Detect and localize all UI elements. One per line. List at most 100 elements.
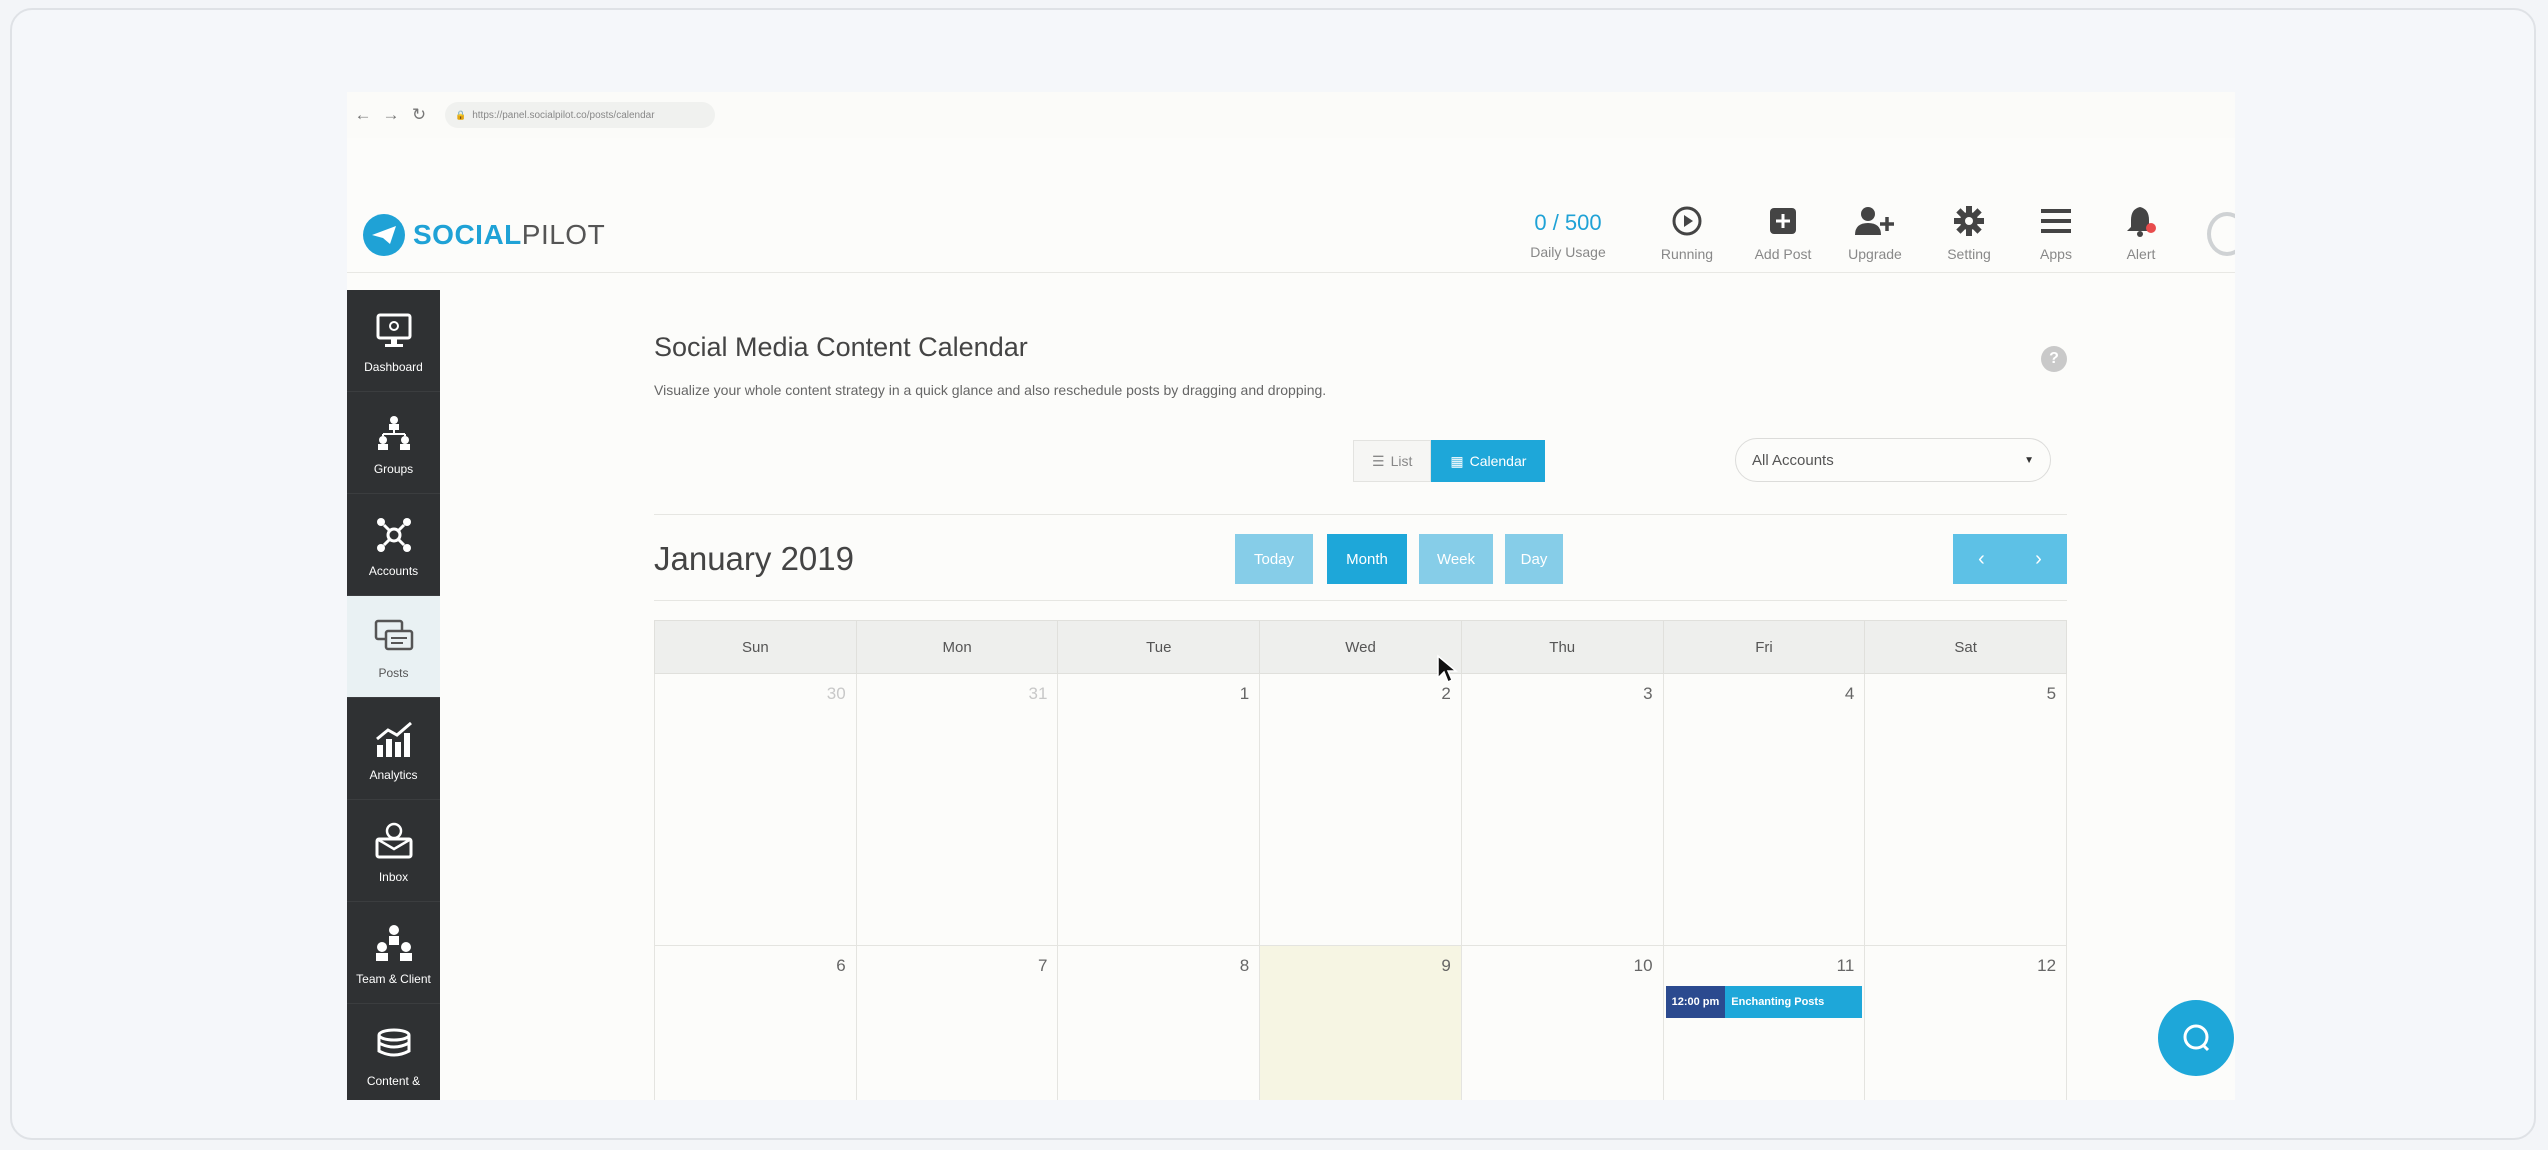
event-title: Enchanting Posts bbox=[1725, 986, 1863, 1018]
usage-label: Daily Usage bbox=[1530, 244, 1606, 260]
day-number: 1 bbox=[1239, 684, 1250, 703]
calendar-day-cell[interactable]: 31 bbox=[856, 674, 1059, 946]
daily-usage: 0 / 500 Daily Usage bbox=[1513, 210, 1623, 260]
weekday-header: Mon bbox=[857, 621, 1059, 673]
calendar-event[interactable]: 12:00 pm Enchanting Posts bbox=[1665, 986, 1863, 1018]
mouse-cursor-icon bbox=[1436, 654, 1459, 689]
logo-plane-icon bbox=[363, 214, 405, 256]
calendar-day-cell-today[interactable]: 9 bbox=[1260, 946, 1462, 1100]
address-bar[interactable]: 🔒 https://panel.socialpilot.co/posts/cal… bbox=[445, 102, 715, 128]
view-toggle: ☰ List ▦ Calendar bbox=[1353, 440, 1546, 482]
event-time: 12:00 pm bbox=[1665, 986, 1726, 1018]
day-number: 6 bbox=[836, 956, 846, 975]
calendar-grid: Sun Mon Tue Wed Thu Fri Sat 30 31 1 2 3 … bbox=[654, 620, 2068, 1100]
sidebar-item-groups[interactable]: Groups bbox=[347, 392, 440, 494]
inbox-icon bbox=[373, 818, 415, 864]
day-number: 11 bbox=[1836, 956, 1855, 975]
alert-button[interactable]: Alert bbox=[2101, 202, 2181, 262]
calendar-day-cell[interactable]: 8 bbox=[1058, 946, 1261, 1100]
sidebar-item-posts[interactable]: Posts bbox=[347, 596, 440, 698]
day-number: 4 bbox=[1844, 684, 1855, 703]
outer-card: ← → ↻ 🔒 https://panel.socialpilot.co/pos… bbox=[10, 8, 2536, 1140]
list-icon: ☰ bbox=[1372, 452, 1385, 469]
reload-icon[interactable]: ↻ bbox=[405, 105, 433, 125]
calendar-day-cell[interactable]: 12 bbox=[1865, 946, 2068, 1100]
weekday-header: Tue bbox=[1058, 621, 1261, 673]
screenshot-frame: ← → ↻ 🔒 https://panel.socialpilot.co/pos… bbox=[347, 92, 2235, 1100]
calendar-icon: ▦ bbox=[1450, 452, 1464, 469]
weekday-header-row: Sun Mon Tue Wed Thu Fri Sat bbox=[654, 620, 2067, 674]
weekday-header: Sun bbox=[655, 621, 857, 673]
groups-icon bbox=[374, 410, 414, 456]
weekday-header: Thu bbox=[1462, 621, 1664, 673]
calendar-day-cell[interactable]: 6 bbox=[654, 946, 857, 1100]
gear-icon bbox=[1929, 202, 2009, 240]
caret-down-icon: ▼ bbox=[2024, 454, 2034, 466]
calendar-day-cell[interactable]: 4 bbox=[1663, 674, 1866, 946]
prev-chevron-icon[interactable]: ‹ bbox=[1978, 548, 1985, 571]
chat-icon bbox=[2183, 1024, 2210, 1052]
accounts-select[interactable]: All Accounts ▼ bbox=[1735, 438, 2051, 482]
calendar-day-cell[interactable]: 10 bbox=[1462, 946, 1664, 1100]
sidebar-item-dashboard[interactable]: Dashboard bbox=[347, 290, 440, 392]
add-post-button[interactable]: Add Post bbox=[1743, 202, 1823, 262]
page-title: Social Media Content Calendar bbox=[654, 332, 1028, 362]
day-number: 7 bbox=[1037, 956, 1048, 975]
day-number: 9 bbox=[1441, 956, 1451, 975]
accounts-select-value: All Accounts bbox=[1752, 451, 1834, 469]
today-button[interactable]: Today bbox=[1235, 534, 1313, 584]
calendar-day-cell[interactable]: 11 12:00 pm Enchanting Posts bbox=[1664, 946, 1866, 1100]
menu-icon bbox=[2016, 202, 2096, 240]
month-button[interactable]: Month bbox=[1327, 534, 1407, 584]
calendar-week-row: 30 31 1 2 3 4 5 bbox=[654, 674, 2068, 946]
upgrade-button[interactable]: Upgrade bbox=[1835, 202, 1915, 262]
play-circle-icon bbox=[1647, 202, 1727, 240]
sidebar-item-team-client[interactable]: Team & Client bbox=[347, 902, 440, 1004]
calendar-day-cell[interactable]: 2 bbox=[1260, 674, 1462, 946]
logo[interactable]: SOCIALPILOT bbox=[363, 214, 605, 256]
chat-button[interactable] bbox=[2158, 1000, 2234, 1076]
sidebar-item-accounts[interactable]: Accounts bbox=[347, 494, 440, 596]
usage-count: 0 / 500 bbox=[1534, 210, 1602, 235]
page-subtitle: Visualize your whole content strategy in… bbox=[654, 382, 1327, 398]
back-arrow-icon[interactable]: ← bbox=[349, 105, 377, 125]
browser-toolbar: ← → ↻ 🔒 https://panel.socialpilot.co/pos… bbox=[347, 92, 2235, 138]
apps-button[interactable]: Apps bbox=[2016, 202, 2096, 262]
running-button[interactable]: Running bbox=[1647, 202, 1727, 262]
divider bbox=[654, 600, 2067, 601]
monitor-icon bbox=[374, 308, 414, 354]
calendar-day-cell[interactable]: 1 bbox=[1058, 674, 1261, 946]
day-number: 3 bbox=[1643, 684, 1653, 703]
team-icon bbox=[373, 920, 415, 966]
plus-square-icon bbox=[1743, 202, 1823, 240]
analytics-icon bbox=[373, 716, 415, 762]
list-view-button[interactable]: ☰ List bbox=[1353, 440, 1432, 482]
week-button[interactable]: Week bbox=[1419, 534, 1493, 584]
next-chevron-icon[interactable]: › bbox=[2035, 548, 2042, 571]
logo-text: SOCIALPILOT bbox=[413, 219, 606, 250]
calendar-day-cell[interactable]: 5 bbox=[1865, 674, 2068, 946]
weekday-header: Wed bbox=[1260, 621, 1462, 673]
setting-button[interactable]: Setting bbox=[1929, 202, 2009, 262]
calendar-view-button[interactable]: ▦ Calendar bbox=[1431, 440, 1546, 482]
calendar-pager: ‹ › bbox=[1953, 534, 2067, 584]
weekday-header: Sat bbox=[1954, 638, 1977, 656]
day-number: 30 bbox=[826, 684, 846, 703]
day-button[interactable]: Day bbox=[1505, 534, 1563, 584]
day-number: 12 bbox=[2037, 956, 2057, 975]
content-icon bbox=[373, 1022, 415, 1068]
sidebar-item-inbox[interactable]: Inbox bbox=[347, 800, 440, 902]
calendar-day-cell[interactable]: 30 bbox=[654, 674, 857, 946]
day-number: 8 bbox=[1239, 956, 1250, 975]
weekday-header: Fri bbox=[1664, 621, 1866, 673]
calendar-day-cell[interactable]: 3 bbox=[1461, 674, 1664, 946]
calendar-day-cell[interactable]: 7 bbox=[857, 946, 1059, 1100]
url-text: https://panel.socialpilot.co/posts/calen… bbox=[472, 109, 655, 121]
day-number: 31 bbox=[1028, 684, 1048, 703]
lock-icon: 🔒 bbox=[455, 109, 467, 120]
sidebar-item-content[interactable]: Content & bbox=[347, 1004, 440, 1100]
forward-arrow-icon[interactable]: → bbox=[377, 105, 405, 125]
help-icon[interactable]: ? bbox=[2041, 346, 2067, 372]
sidebar: Dashboard Groups Accounts Posts Analytic… bbox=[347, 290, 440, 1100]
sidebar-item-analytics[interactable]: Analytics bbox=[347, 698, 440, 800]
